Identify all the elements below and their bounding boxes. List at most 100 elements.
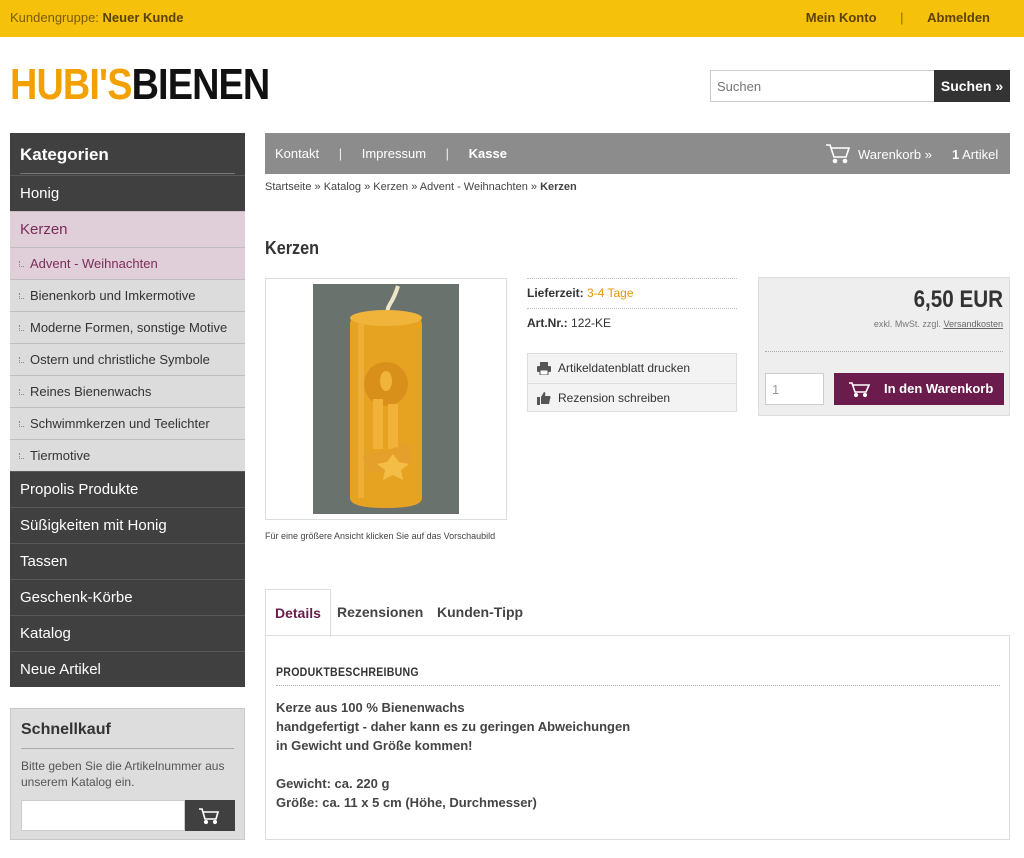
page-title: Kerzen: [265, 238, 320, 258]
separator: |: [900, 10, 904, 25]
breadcrumb-sep: »: [364, 181, 371, 193]
product-description: Kerze aus 100 % Bienenwachs handgefertig…: [276, 698, 630, 812]
cart-icon[interactable]: [825, 143, 851, 165]
tree-dot-icon: [19, 357, 24, 363]
nav-imprint[interactable]: Impressum: [362, 146, 426, 161]
site-logo[interactable]: HUBI'SBIENEN: [10, 60, 271, 110]
description-line: in Gewicht und Größe kommen!: [276, 738, 473, 753]
sidebar-subitem-advent[interactable]: Advent - Weihnachten: [10, 247, 245, 279]
sidebar-subitem-schwimmkerzen[interactable]: Schwimmkerzen und Teelichter: [10, 407, 245, 439]
article-row: Art.Nr.: 122-KE: [527, 308, 737, 338]
sidebar-subitem-tiermotive[interactable]: Tiermotive: [10, 439, 245, 471]
logout-link[interactable]: Abmelden: [927, 10, 990, 25]
description-line: Kerze aus 100 % Bienenwachs: [276, 700, 465, 715]
my-account-link[interactable]: Mein Konto: [806, 10, 877, 25]
product-info: Lieferzeit: 3-4 Tage Art.Nr.: 122-KE: [527, 278, 737, 338]
cart-icon: [849, 382, 871, 398]
search-form: Suchen »: [710, 70, 1010, 102]
quick-buy-button[interactable]: [185, 800, 235, 831]
product-actions: Artikeldatenblatt drucken Rezension schr…: [527, 353, 737, 412]
quick-buy-title: Schnellkauf: [21, 721, 111, 738]
tab-customer-tip[interactable]: Kunden-Tipp: [437, 589, 523, 636]
nav-contact[interactable]: Kontakt: [275, 146, 319, 161]
sidebar-item-geschenk-koerbe[interactable]: Geschenk-Körbe: [10, 579, 245, 615]
breadcrumb-kerzen[interactable]: Kerzen: [373, 181, 408, 193]
separator: |: [445, 146, 450, 161]
article-value: 122-KE: [571, 316, 612, 330]
tab-reviews[interactable]: Rezensionen: [337, 589, 423, 636]
quantity-input[interactable]: [765, 373, 824, 405]
tax-text: exkl. MwSt. zzgl.: [873, 319, 941, 329]
sidebar-item-tassen[interactable]: Tassen: [10, 543, 245, 579]
tax-info: exkl. MwSt. zzgl. Versandkosten: [874, 319, 1003, 329]
search-input[interactable]: [710, 70, 935, 102]
main-nav: Kontakt | Impressum | Kasse Warenkorb » …: [265, 133, 1010, 174]
nav-cart-link[interactable]: Warenkorb »: [858, 147, 932, 162]
breadcrumb-home[interactable]: Startseite: [265, 181, 311, 193]
sidebar-item-suessigkeiten[interactable]: Süßigkeiten mit Honig: [10, 507, 245, 543]
product-tabs: Details Rezensionen Kunden-Tipp: [265, 589, 1010, 637]
candle-image: [313, 284, 459, 514]
print-datasheet-button[interactable]: Artikeldatenblatt drucken: [528, 354, 736, 383]
divider: [20, 173, 235, 174]
logo-text-1: HUBI'S: [10, 60, 132, 109]
separator: |: [338, 146, 343, 161]
cart-count-number: 1: [952, 147, 960, 162]
delivery-row: Lieferzeit: 3-4 Tage: [527, 278, 737, 308]
category-sidebar: Kategorien Honig Kerzen Advent - Weihnac…: [10, 133, 245, 687]
image-caption: Für eine größere Ansicht klicken Sie auf…: [265, 531, 496, 541]
sidebar-subitem-label: Tiermotive: [30, 448, 91, 463]
breadcrumb-katalog[interactable]: Katalog: [324, 181, 361, 193]
cart-icon: [199, 808, 220, 825]
divider: [276, 685, 1000, 686]
tab-panel-details: PRODUKTBESCHREIBUNG Kerze aus 100 % Bien…: [265, 635, 1010, 840]
write-review-label: Rezension schreiben: [558, 391, 671, 405]
product-image[interactable]: [313, 284, 459, 514]
quick-buy-input[interactable]: [21, 800, 185, 831]
categories-header: Kategorien: [10, 133, 245, 175]
sidebar-subitem-label: Moderne Formen, sonstige Motive: [30, 320, 228, 335]
cart-count-label: Artikel: [962, 147, 999, 162]
sidebar-subitem-bienenwachs[interactable]: Reines Bienenwachs: [10, 375, 245, 407]
write-review-button[interactable]: Rezension schreiben: [528, 383, 736, 412]
categories-title: Kategorien: [20, 145, 109, 164]
account-links: Mein Konto | Abmelden: [806, 10, 990, 25]
description-line: Gewicht: ca. 220 g: [276, 776, 390, 791]
sidebar-subitem-label: Ostern und christliche Symbole: [30, 352, 210, 367]
article-label: Art.Nr.:: [527, 316, 568, 330]
tree-dot-icon: [19, 325, 24, 331]
nav-checkout[interactable]: Kasse: [469, 146, 507, 161]
tree-dot-icon: [19, 389, 24, 395]
print-datasheet-label: Artikeldatenblatt drucken: [558, 361, 691, 375]
sidebar-subitem-moderne-formen[interactable]: Moderne Formen, sonstige Motive: [10, 311, 245, 343]
thumbs-up-icon: [537, 392, 551, 405]
product-price: 6,50 EUR: [913, 286, 1003, 313]
sidebar-subitem-label: Reines Bienenwachs: [30, 384, 152, 399]
sidebar-subitem-bienenkorb[interactable]: Bienenkorb und Imkermotive: [10, 279, 245, 311]
sidebar-item-honig[interactable]: Honig: [10, 175, 245, 211]
tab-details[interactable]: Details: [265, 589, 331, 637]
add-to-cart-label: In den Warenkorb »: [884, 381, 994, 428]
top-bar: Kundengruppe: Neuer Kunde Mein Konto | A…: [0, 0, 1024, 37]
logo-text-2: BIENEN: [131, 60, 271, 109]
sidebar-item-neue-artikel[interactable]: Neue Artikel: [10, 651, 245, 687]
description-heading: PRODUKTBESCHREIBUNG: [276, 665, 419, 679]
breadcrumb-advent[interactable]: Advent - Weihnachten: [420, 181, 528, 193]
sidebar-item-propolis[interactable]: Propolis Produkte: [10, 471, 245, 507]
delivery-label: Lieferzeit:: [527, 286, 584, 300]
search-button[interactable]: Suchen »: [934, 70, 1010, 102]
sidebar-subitem-label: Advent - Weihnachten: [30, 256, 158, 271]
quick-buy-text: Bitte geben Sie die Artikelnummer aus un…: [21, 759, 225, 789]
shipping-link[interactable]: Versandkosten: [943, 319, 1003, 329]
add-to-cart-button[interactable]: In den Warenkorb »: [834, 373, 1004, 428]
sidebar-subitem-label: Bienenkorb und Imkermotive: [30, 288, 196, 303]
sidebar-subitem-ostern[interactable]: Ostern und christliche Symbole: [10, 343, 245, 375]
product-image-box[interactable]: [265, 278, 507, 520]
price-box: 6,50 EUR exkl. MwSt. zzgl. Versandkosten…: [758, 277, 1010, 428]
sidebar-item-katalog[interactable]: Katalog: [10, 615, 245, 651]
breadcrumb: Startseite » Katalog » Kerzen » Advent -…: [265, 181, 577, 193]
sidebar-item-kerzen[interactable]: Kerzen: [10, 211, 245, 247]
tree-dot-icon: [19, 293, 24, 299]
breadcrumb-sep: »: [314, 181, 321, 193]
